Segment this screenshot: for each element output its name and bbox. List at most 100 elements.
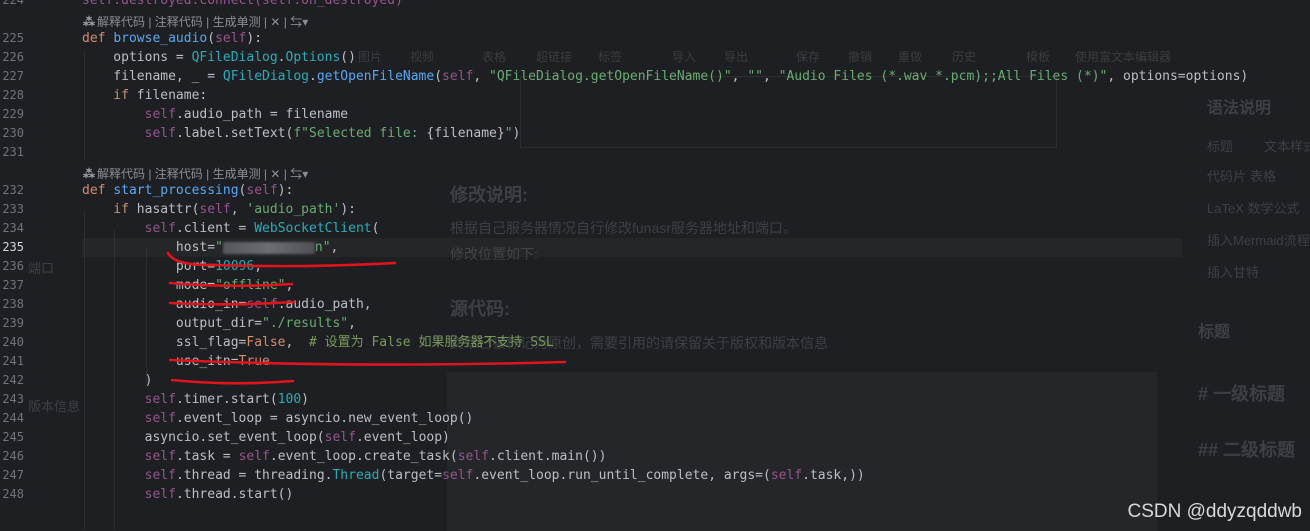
code-token: output_dir=: [82, 316, 263, 331]
line-number: 224: [2, 0, 24, 7]
code-line[interactable]: self.label.setText(f"Selected file: {fil…: [82, 124, 1182, 143]
code-token: if: [82, 88, 137, 103]
code-token: ": [504, 126, 513, 141]
code-token: WebSocketClient: [254, 221, 372, 236]
code-line[interactable]: self.task = self.event_loop.create_task(…: [82, 447, 1182, 466]
code-line[interactable]: mode="offline",: [82, 276, 1182, 295]
code-token: ,: [285, 278, 294, 293]
code-token: ,: [473, 69, 490, 84]
code-token: ):: [340, 202, 356, 217]
code-token: .: [277, 50, 286, 65]
code-token: self: [144, 107, 176, 122]
line-number: 244: [2, 411, 24, 425]
code-line[interactable]: def browse_audio(self):: [82, 29, 1182, 48]
code-token: audio_in=: [82, 297, 247, 312]
code-token: True: [238, 354, 270, 369]
code-token: ,: [254, 259, 263, 274]
code-line[interactable]: port=10096,: [82, 257, 1182, 276]
code-token: mode=: [82, 278, 216, 293]
line-number: 232: [2, 183, 24, 197]
ai-hint-actions[interactable]: 解释代码 | 注释代码 | 生成单测 | ✕ | ⇆▾: [97, 15, 308, 29]
ai-hint-actions[interactable]: 解释代码 | 注释代码 | 生成单测 | ✕ | ⇆▾: [97, 167, 308, 181]
code-line[interactable]: self.destroyed.connect(self.on_destroyed…: [82, 0, 1182, 10]
line-number: 236: [2, 259, 24, 273]
code-token: filename, _ =: [82, 69, 223, 84]
code-token: QFileDialog: [191, 50, 278, 65]
code-token: "QFileDialog.getOpenFileName()": [489, 69, 732, 84]
code-token: self: [144, 487, 176, 502]
code-line[interactable]: self.thread = threading.Thread(target=se…: [82, 466, 1182, 485]
line-number: 229: [2, 107, 24, 121]
code-token: self: [144, 126, 176, 141]
code-token: .label.setText(: [175, 126, 294, 141]
code-token: start_processing: [113, 183, 239, 198]
code-token: (): [340, 50, 356, 65]
code-line[interactable]: ssl_flag=False, # 设置为 False 如果服务器不支持 SSL: [82, 333, 1182, 352]
code-line[interactable]: def start_processing(self):: [82, 181, 1182, 200]
code-token: .audio_path = filename: [175, 107, 349, 122]
code-line[interactable]: if filename:: [82, 86, 1182, 105]
line-number: 230: [2, 126, 24, 140]
code-line[interactable]: output_dir="./results",: [82, 314, 1182, 333]
code-token: .client.main()): [489, 449, 607, 464]
code-line[interactable]: host=" n",: [82, 238, 1182, 257]
code-token: "offline": [215, 278, 286, 293]
line-number: 246: [2, 449, 24, 463]
code-line[interactable]: self.audio_path = filename: [82, 105, 1182, 124]
code-token: self: [246, 297, 278, 312]
code-token: ): [82, 373, 153, 388]
code-line[interactable]: self.thread.start(): [82, 485, 1182, 504]
code-token: (: [434, 69, 443, 84]
csdn-watermark: CSDN @ddyzqddwb: [1127, 501, 1302, 522]
code-token: host=: [82, 240, 216, 255]
code-line[interactable]: if hasattr(self, 'audio_path'):: [82, 200, 1182, 219]
line-number: 247: [2, 468, 24, 482]
code-token: self: [144, 392, 176, 407]
code-token: def: [82, 183, 114, 198]
ai-code-hint[interactable]: ⁂ 解释代码 | 注释代码 | 生成单测 | ✕ | ⇆▾: [83, 13, 308, 30]
code-token: ssl_flag=: [82, 335, 247, 350]
code-line[interactable]: [82, 143, 1182, 162]
code-token: ,: [762, 69, 779, 84]
code-token: self: [457, 449, 490, 464]
code-line[interactable]: audio_in=self.audio_path,: [82, 295, 1182, 314]
line-number: 225: [2, 31, 24, 45]
code-token: use_itn=: [82, 354, 239, 369]
code-token: def: [82, 31, 114, 46]
redacted-host: [222, 241, 315, 254]
code-token: asyncio.set_event_loop(: [82, 430, 325, 445]
code-line[interactable]: self.event_loop = asyncio.new_event_loop…: [82, 409, 1182, 428]
code-line[interactable]: use_itn=True: [82, 352, 1182, 371]
line-number: 227: [2, 69, 24, 83]
code-token: (: [371, 221, 380, 236]
code-line[interactable]: self.client = WebSocketClient(: [82, 219, 1182, 238]
code-line[interactable]: ): [82, 371, 1182, 390]
code-line[interactable]: self.timer.start(100): [82, 390, 1182, 409]
line-number: 233: [2, 202, 24, 216]
code-token: ": [215, 240, 223, 255]
ai-assistant-icon: ⁂: [83, 167, 95, 181]
code-line[interactable]: filename, _ = QFileDialog.getOpenFileNam…: [82, 67, 1248, 86]
line-number: 238: [2, 297, 24, 311]
code-token: (: [207, 31, 216, 46]
code-token: Options: [285, 50, 341, 65]
code-token: False: [246, 335, 286, 350]
code-token: ):: [277, 183, 294, 198]
line-number: 245: [2, 430, 24, 444]
line-number: 226: [2, 50, 24, 64]
code-token: .thread.start(): [175, 487, 294, 502]
ai-code-hint[interactable]: ⁂ 解释代码 | 注释代码 | 生成单测 | ✕ | ⇆▾: [83, 165, 308, 182]
code-token: self: [442, 69, 474, 84]
code-token: self: [215, 31, 247, 46]
code-token: {filename}: [426, 126, 505, 141]
code-line[interactable]: options = QFileDialog.Options(): [82, 48, 1182, 67]
code-token: ): [301, 392, 309, 407]
line-number: 231: [2, 145, 24, 159]
code-line[interactable]: asyncio.set_event_loop(self.event_loop): [82, 428, 1182, 447]
code-token: .event_loop): [355, 430, 450, 445]
code-token: Thread: [332, 468, 380, 483]
code-editor[interactable]: 224 self.destroyed.connect(self.on_destro…: [0, 0, 1310, 531]
